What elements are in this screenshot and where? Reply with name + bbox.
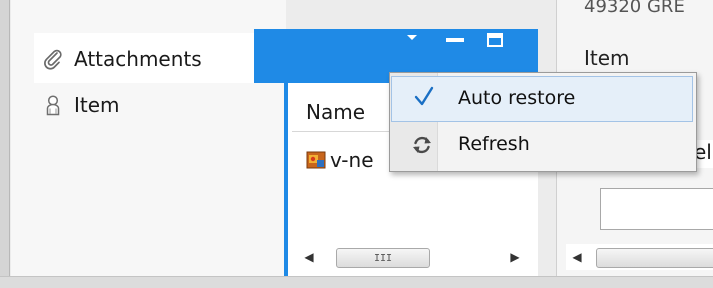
paperclip-icon <box>42 48 64 70</box>
checkmark-icon <box>411 82 437 112</box>
scroll-left-arrow-icon[interactable]: ◀ <box>570 249 584 265</box>
file-name-cell: v-ne <box>330 148 374 172</box>
table-horizontal-scrollbar[interactable]: ◀ III ▶ <box>296 244 528 270</box>
scroll-right-arrow-icon[interactable]: ▶ <box>508 249 522 265</box>
menu-item-label: Auto restore <box>458 87 576 109</box>
detail-header-text: 49320 GRE <box>584 0 685 17</box>
view-menu-dropdown-icon[interactable] <box>402 29 422 45</box>
column-header-name[interactable]: Name <box>292 92 392 132</box>
scroll-left-arrow-icon[interactable]: ◀ <box>302 249 316 265</box>
maximize-icon[interactable] <box>487 33 503 47</box>
scrollbar-thumb[interactable] <box>596 248 713 268</box>
refresh-icon <box>411 134 433 156</box>
scrollbar-grip: III <box>373 252 393 264</box>
nav-item-attachments[interactable]: Attachments <box>42 44 202 74</box>
column-header-label: Name <box>306 99 366 124</box>
nav-item-label: Item <box>74 93 120 117</box>
scrollbar-thumb[interactable]: III <box>336 248 430 268</box>
menu-item-refresh[interactable]: Refresh <box>458 133 530 155</box>
user-icon <box>42 94 64 116</box>
nav-item-label: Attachments <box>74 47 202 71</box>
detail-item-label: Item <box>584 46 630 70</box>
detail-horizontal-scrollbar[interactable]: ◀ <box>566 244 713 270</box>
nav-item-item[interactable]: Item <box>42 90 120 120</box>
window-left-edge <box>0 0 10 288</box>
detail-input-field[interactable] <box>600 188 713 230</box>
table-row[interactable]: v-ne <box>306 146 374 174</box>
minimize-icon[interactable] <box>446 38 464 42</box>
file-icon <box>306 150 326 170</box>
window-bottom-edge <box>0 276 713 288</box>
